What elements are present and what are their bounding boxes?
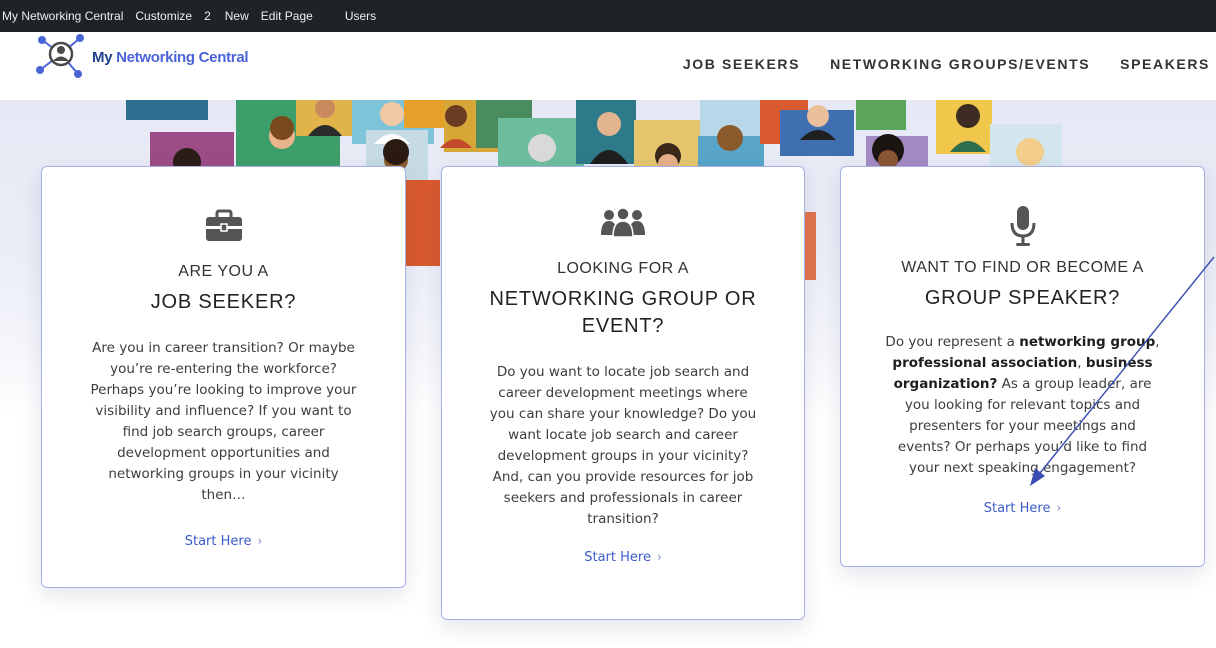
chevron-right-icon: ›	[257, 534, 263, 548]
job-seeker-card: ARE YOU A JOB SEEKER? Are you in career …	[41, 166, 406, 588]
group-speaker-kicker: WANT TO FIND OR BECOME A	[901, 259, 1144, 276]
group-speaker-start-here-link[interactable]: Start Here ›	[841, 501, 1204, 516]
job-seeker-description: Are you in career transition? Or maybe y…	[90, 340, 357, 503]
networking-group-description: Do you want to locate job search and car…	[489, 364, 757, 527]
admin-bar-users-link[interactable]: Users	[345, 9, 376, 23]
job-seeker-start-here-link[interactable]: Start Here ›	[42, 534, 405, 549]
briefcase-icon	[205, 209, 242, 241]
job-seeker-title: JOB SEEKER?	[150, 291, 297, 313]
microphone-icon	[1010, 206, 1035, 246]
group-speaker-title: GROUP SPEAKER?	[924, 287, 1121, 309]
networking-group-start-here-link[interactable]: Start Here ›	[442, 550, 804, 565]
networking-group-title: NETWORKING GROUP OR EVENT?	[489, 288, 757, 337]
site-logo[interactable]: My Networking Central	[34, 34, 249, 78]
site-logo-text: My Networking Central	[92, 48, 249, 66]
chevron-right-icon: ›	[656, 550, 662, 564]
nav-job-seekers[interactable]: JOB SEEKERS	[683, 56, 800, 72]
job-seeker-kicker: ARE YOU A	[178, 263, 269, 280]
networking-group-card: LOOKING FOR A NETWORKING GROUP OR EVENT?…	[441, 166, 805, 620]
admin-bar-edit-page-link[interactable]: Edit Page	[261, 9, 313, 23]
admin-bar-new-link[interactable]: New	[225, 9, 249, 23]
admin-bar-comments-count[interactable]: 2	[204, 9, 211, 23]
nav-networking-groups-events[interactable]: NETWORKING GROUPS/EVENTS	[830, 56, 1090, 72]
network-logo-icon	[36, 34, 84, 78]
main-nav: JOB SEEKERS NETWORKING GROUPS/EVENTS SPE…	[683, 56, 1216, 72]
group-speaker-description: Do you represent a networking group, pro…	[885, 334, 1160, 476]
admin-bar-customize-link[interactable]: Customize	[135, 9, 192, 23]
group-icon	[601, 207, 645, 237]
group-speaker-card: WANT TO FIND OR BECOME A GROUP SPEAKER? …	[840, 166, 1205, 567]
admin-bar-site-link[interactable]: My Networking Central	[2, 9, 123, 23]
networking-group-kicker: LOOKING FOR A	[557, 260, 689, 277]
admin-bar: My Networking Central Customize 2 New Ed…	[0, 0, 1216, 32]
site-header: My Networking Central JOB SEEKERS NETWOR…	[0, 32, 1216, 100]
nav-speakers[interactable]: SPEAKERS	[1120, 56, 1210, 72]
chevron-right-icon: ›	[1056, 501, 1062, 515]
